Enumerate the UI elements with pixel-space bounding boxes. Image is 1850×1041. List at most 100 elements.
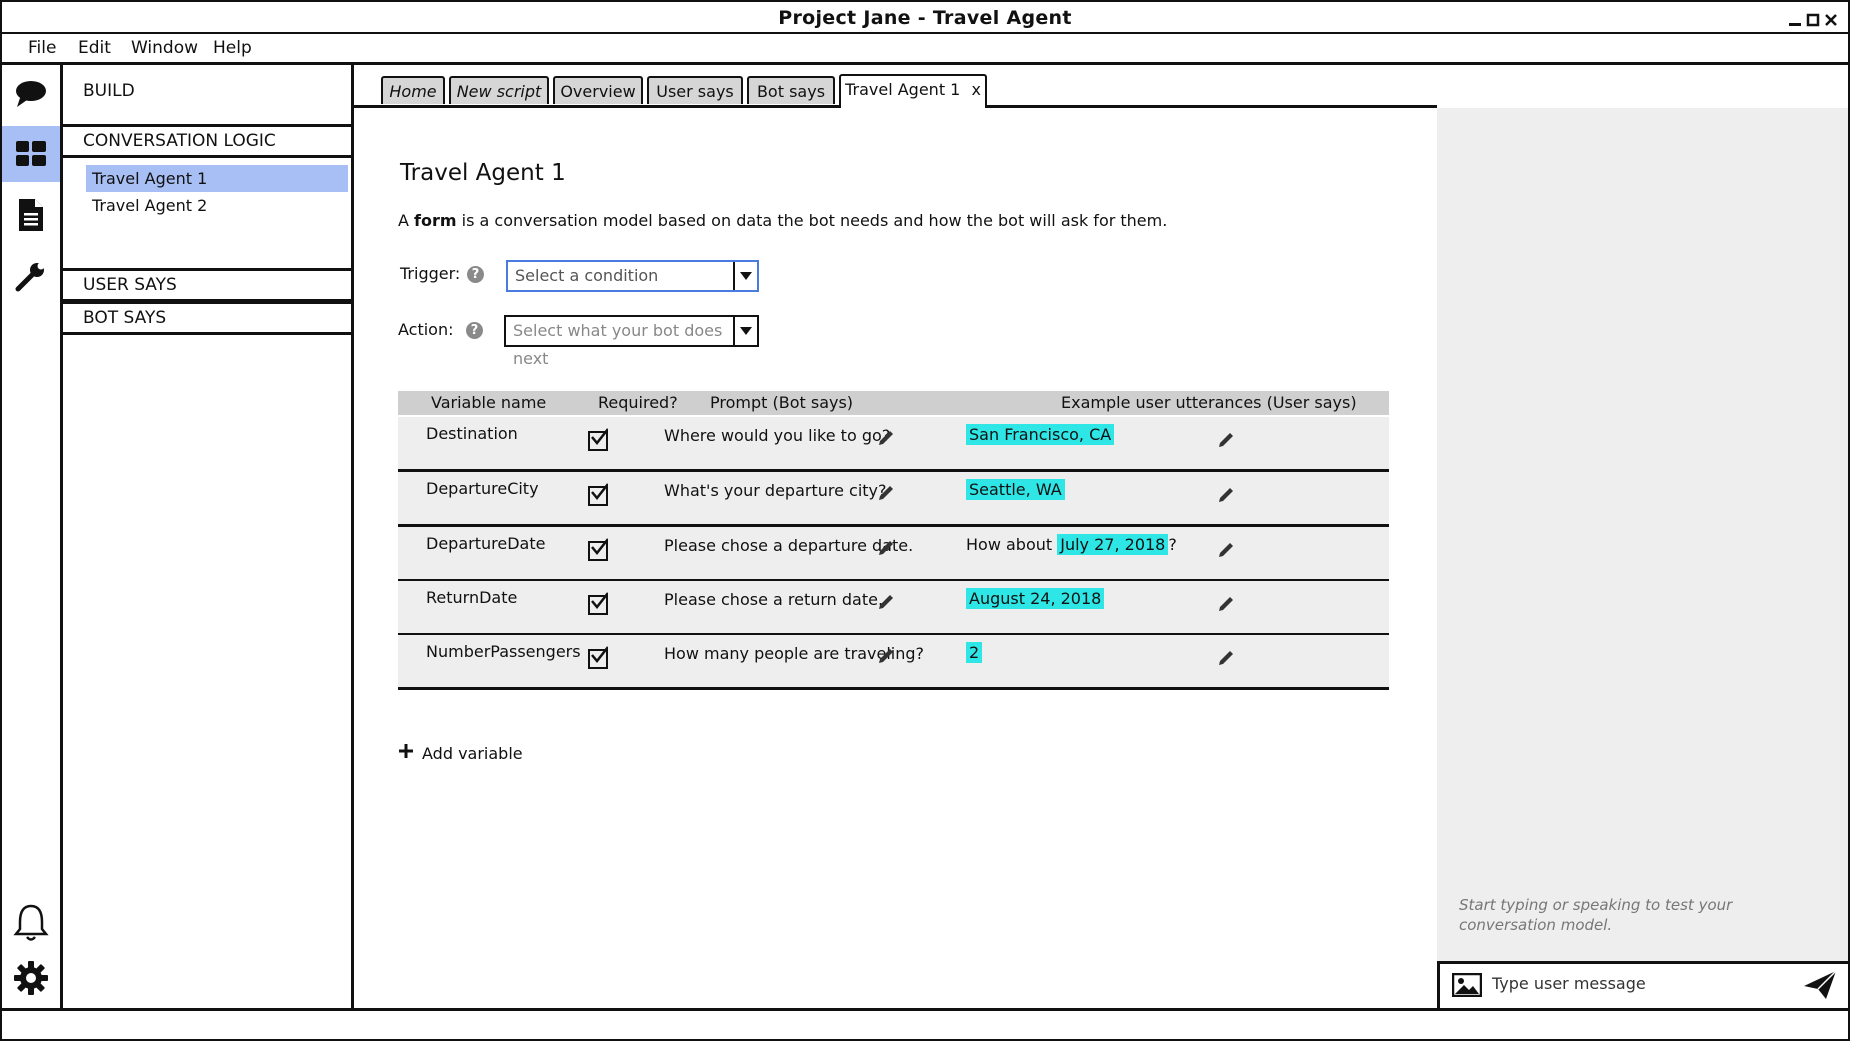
edit-prompt-pencil-icon[interactable]: [877, 484, 895, 506]
tab-bar: Home New script Overview User says Bot s…: [354, 63, 1437, 108]
section-user-says[interactable]: USER SAYS: [63, 268, 351, 302]
dashboard-icon[interactable]: [2, 126, 60, 182]
sidebar-item-travel-agent-1[interactable]: Travel Agent 1: [86, 165, 348, 192]
tab-home[interactable]: Home: [381, 76, 445, 104]
chat-icon[interactable]: [2, 66, 60, 122]
utterance-entity[interactable]: Seattle, WA: [966, 479, 1065, 500]
table-row: DepartureDate Please chose a departure da…: [398, 527, 1389, 582]
required-checkbox[interactable]: [588, 483, 608, 506]
menu-help[interactable]: Help: [213, 36, 252, 60]
tab-user-says[interactable]: User says: [647, 76, 743, 104]
prompt-text: Please chose a return date.: [664, 590, 884, 609]
variable-name[interactable]: DepartureCity: [426, 478, 539, 500]
chevron-down-icon[interactable]: [733, 317, 757, 345]
edit-prompt-pencil-icon[interactable]: [877, 429, 895, 451]
tab-bot-says[interactable]: Bot says: [747, 76, 835, 104]
message-bar: Type user message: [1437, 961, 1848, 1008]
edit-utterance-pencil-icon[interactable]: [1217, 595, 1235, 617]
menu-bar: File Edit Window Help: [2, 32, 1848, 65]
utterance-entity[interactable]: San Francisco, CA: [966, 424, 1115, 445]
document-icon[interactable]: [2, 187, 60, 243]
window-title: Project Jane - Travel Agent: [778, 7, 1072, 29]
utterance-prefix: How about: [966, 535, 1058, 554]
col-utterances: Example user utterances (User says): [1061, 393, 1357, 412]
add-variable-button[interactable]: Add variable: [398, 743, 523, 763]
variable-name[interactable]: DepartureDate: [426, 533, 545, 555]
col-variable-name: Variable name: [431, 393, 547, 412]
edit-utterance-pencil-icon[interactable]: [1217, 431, 1235, 453]
utterance-entity[interactable]: 2: [966, 642, 983, 663]
trigger-select[interactable]: Select a condition: [506, 260, 759, 292]
action-select-value: Select what your bot does next: [513, 321, 723, 368]
edit-utterance-pencil-icon[interactable]: [1217, 486, 1235, 508]
page-title: Travel Agent 1: [400, 160, 566, 186]
col-prompt: Prompt (Bot says): [710, 393, 854, 412]
variable-name[interactable]: NumberPassengers: [426, 641, 581, 663]
edit-prompt-pencil-icon[interactable]: [877, 593, 895, 615]
edit-prompt-pencil-icon[interactable]: [877, 539, 895, 561]
add-variable-label: Add variable: [422, 743, 523, 763]
menu-window[interactable]: Window: [131, 36, 198, 60]
status-bar: [2, 1008, 1848, 1039]
section-conversation-logic[interactable]: CONVERSATION LOGIC: [63, 124, 351, 158]
image-icon[interactable]: [1451, 972, 1483, 1001]
prompt-text: What's your departure city?: [664, 481, 887, 500]
utterance-entity[interactable]: July 27, 2018: [1057, 534, 1169, 555]
required-checkbox[interactable]: [588, 538, 608, 561]
trigger-label: Trigger:: [400, 264, 461, 283]
menu-edit[interactable]: Edit: [78, 36, 111, 60]
utterance-text: San Francisco, CA: [966, 424, 1115, 446]
title-bar: Project Jane - Travel Agent: [2, 2, 1848, 32]
variable-name[interactable]: Destination: [426, 423, 518, 445]
plus-icon: [398, 743, 414, 763]
edit-utterance-pencil-icon[interactable]: [1217, 649, 1235, 671]
wrench-icon[interactable]: [2, 249, 60, 305]
section-build[interactable]: BUILD: [63, 77, 351, 105]
required-checkbox[interactable]: [588, 646, 608, 669]
prompt-text: Please chose a departure date.: [664, 536, 914, 555]
utterance-entity[interactable]: August 24, 2018: [966, 588, 1105, 609]
utterance-text: How about July 27, 2018?: [966, 534, 1177, 556]
section-bot-says[interactable]: BOT SAYS: [63, 301, 351, 335]
form-description: A form is a conversation model based on …: [398, 211, 1167, 230]
table-row: Destination Where would you like to go? Sa…: [398, 417, 1389, 472]
desc-bold: form: [414, 211, 457, 230]
tab-label: Travel Agent 1: [845, 80, 961, 99]
test-hint: Start typing or speaking to test your co…: [1459, 896, 1733, 934]
utterance-text: Seattle, WA: [966, 479, 1065, 501]
bell-icon[interactable]: [2, 894, 60, 950]
tab-close-icon[interactable]: x: [971, 80, 980, 99]
edit-utterance-pencil-icon[interactable]: [1217, 541, 1235, 563]
action-help-icon[interactable]: ?: [466, 322, 483, 339]
utterance-text: August 24, 2018: [966, 588, 1105, 610]
col-required: Required?: [598, 393, 678, 412]
required-checkbox[interactable]: [588, 592, 608, 615]
chevron-down-icon[interactable]: [733, 262, 757, 290]
table-row: DepartureCity What's your departure city?…: [398, 472, 1389, 527]
icon-rail: [2, 63, 63, 1008]
tab-new-script[interactable]: New script: [449, 76, 549, 104]
edit-prompt-pencil-icon[interactable]: [877, 647, 895, 669]
table-row: NumberPassengers How many people are trav…: [398, 635, 1389, 690]
sidebar-item-travel-agent-2[interactable]: Travel Agent 2: [86, 192, 348, 219]
tab-travel-agent-1[interactable]: Travel Agent 1 x: [839, 74, 987, 108]
table-header: Variable name Required? Prompt (Bot says…: [398, 391, 1389, 415]
trigger-help-icon[interactable]: ?: [467, 266, 484, 283]
action-select[interactable]: Select what your bot does next: [504, 315, 759, 368]
trigger-select-value: Select a condition: [515, 266, 659, 285]
message-input[interactable]: Type user message: [1492, 974, 1646, 993]
table-row: ReturnDate Please chose a return date. Aug…: [398, 581, 1389, 636]
variable-name[interactable]: ReturnDate: [426, 587, 517, 609]
prompt-text: Where would you like to go?: [664, 426, 891, 445]
desc-prefix: A: [398, 211, 415, 230]
required-checkbox[interactable]: [588, 428, 608, 451]
utterance-text: 2: [966, 642, 983, 664]
utterance-suffix: ?: [1168, 535, 1177, 554]
desc-suffix: is a conversation model based on data th…: [456, 211, 1168, 230]
menu-file[interactable]: File: [28, 36, 56, 60]
gear-icon[interactable]: [2, 950, 60, 1006]
action-label: Action:: [398, 320, 454, 339]
tab-overview[interactable]: Overview: [553, 76, 643, 104]
send-icon[interactable]: [1802, 969, 1838, 1005]
main-content: Home New script Overview User says Bot s…: [354, 63, 1437, 1008]
